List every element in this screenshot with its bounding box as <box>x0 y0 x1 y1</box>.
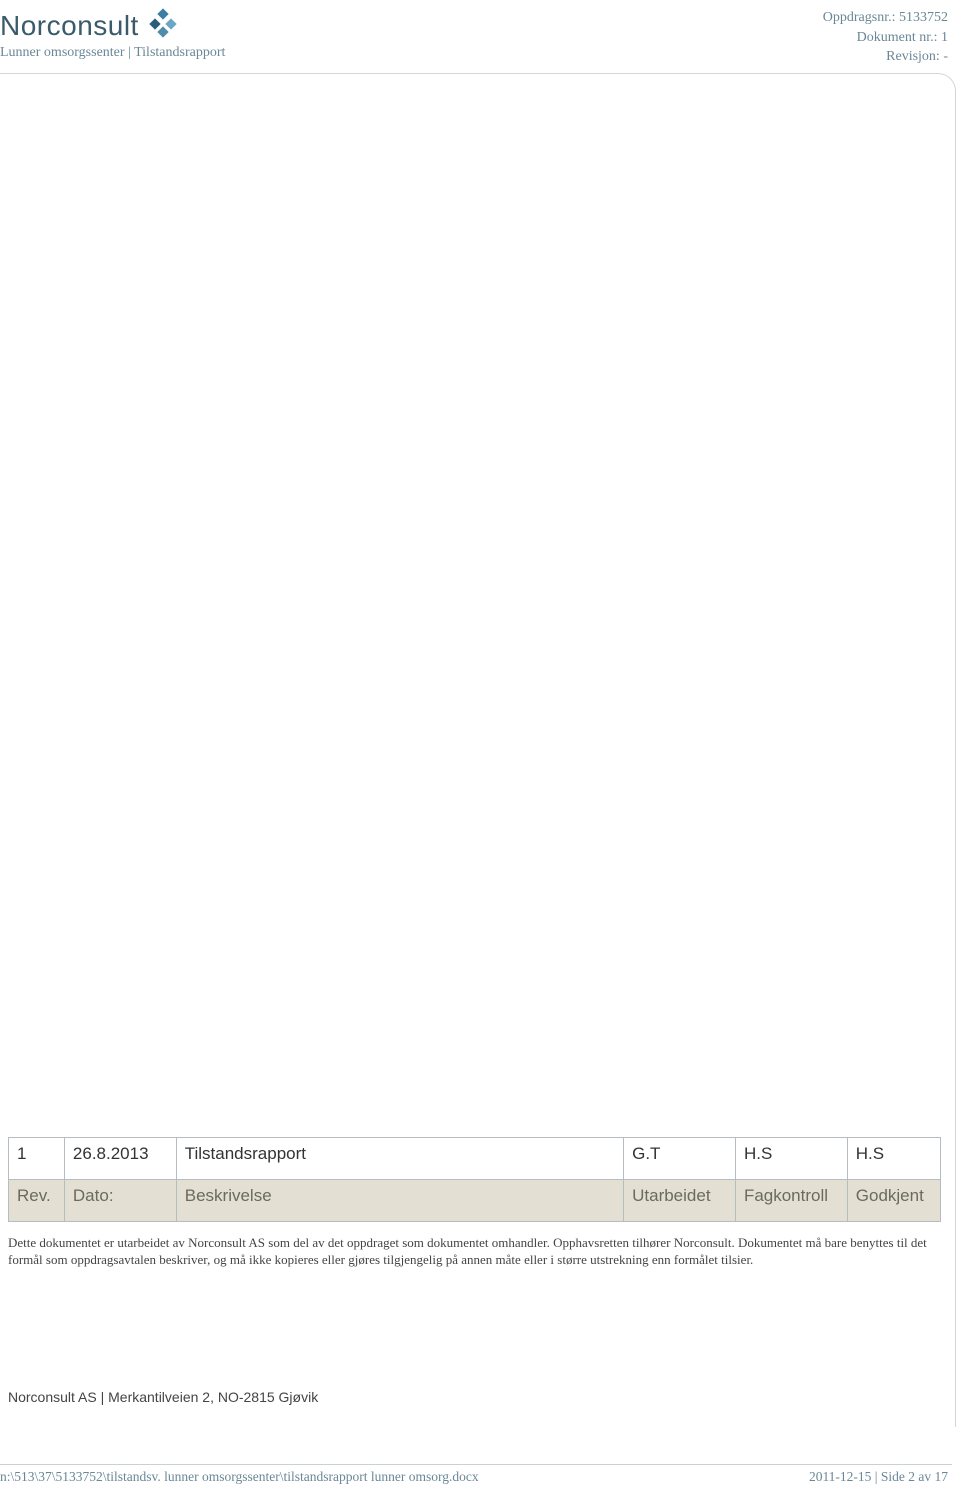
cell-fag: H.S <box>735 1137 847 1179</box>
page-frame: 1 26.8.2013 Tilstandsrapport G.T H.S H.S… <box>0 73 956 1427</box>
cell-rev: 1 <box>9 1137 65 1179</box>
document-subtitle: Lunner omsorgssenter | Tilstandsrapport <box>0 45 225 61</box>
oppdragsnr-label: Oppdragsnr.: <box>823 10 896 25</box>
revisjon-value: - <box>943 49 948 64</box>
cell-utar: G.T <box>624 1137 736 1179</box>
disclaimer-text: Dette dokumentet er utarbeidet av Norcon… <box>8 1234 941 1269</box>
cell-gdk: H.S <box>847 1137 940 1179</box>
table-row: 1 26.8.2013 Tilstandsrapport G.T H.S H.S <box>9 1137 941 1179</box>
cell-date: 26.8.2013 <box>64 1137 176 1179</box>
header-gdk: Godkjent <box>847 1179 940 1221</box>
header-left: Norconsult Lunner omsorgssenter | Tilsta… <box>0 8 225 67</box>
company-address: Norconsult AS | Merkantilveien 2, NO-281… <box>8 1389 941 1405</box>
header-meta: Oppdragsnr.: 5133752 Dokument nr.: 1 Rev… <box>823 8 948 67</box>
logo-text: Norconsult <box>0 10 139 42</box>
diamond-cluster-icon <box>147 8 181 43</box>
revisjon-label: Revisjon: <box>886 49 940 64</box>
page-footer: n:\513\37\5133752\tilstandsv. lunner oms… <box>0 1464 952 1485</box>
oppdragsnr-line: Oppdragsnr.: 5133752 <box>823 8 948 28</box>
dokument-line: Dokument nr.: 1 <box>823 28 948 48</box>
page-header: Norconsult Lunner omsorgssenter | Tilsta… <box>0 0 960 71</box>
header-date: Dato: <box>64 1179 176 1221</box>
header-desc: Beskrivelse <box>176 1179 623 1221</box>
revision-table: 1 26.8.2013 Tilstandsrapport G.T H.S H.S… <box>8 1137 941 1222</box>
header-rev: Rev. <box>9 1179 65 1221</box>
cell-desc: Tilstandsrapport <box>176 1137 623 1179</box>
content: 1 26.8.2013 Tilstandsrapport G.T H.S H.S… <box>8 1137 941 1405</box>
header-fag: Fagkontroll <box>735 1179 847 1221</box>
oppdragsnr-value: 5133752 <box>899 10 948 25</box>
logo: Norconsult <box>0 8 225 43</box>
table-header-row: Rev. Dato: Beskrivelse Utarbeidet Fagkon… <box>9 1179 941 1221</box>
header-utar: Utarbeidet <box>624 1179 736 1221</box>
dokument-value: 1 <box>941 30 948 45</box>
revisjon-line: Revisjon: - <box>823 47 948 67</box>
footer-filepath: n:\513\37\5133752\tilstandsv. lunner oms… <box>0 1469 479 1485</box>
dokument-label: Dokument nr.: <box>857 30 938 45</box>
footer-date-page: 2011-12-15 | Side 2 av 17 <box>809 1469 948 1485</box>
